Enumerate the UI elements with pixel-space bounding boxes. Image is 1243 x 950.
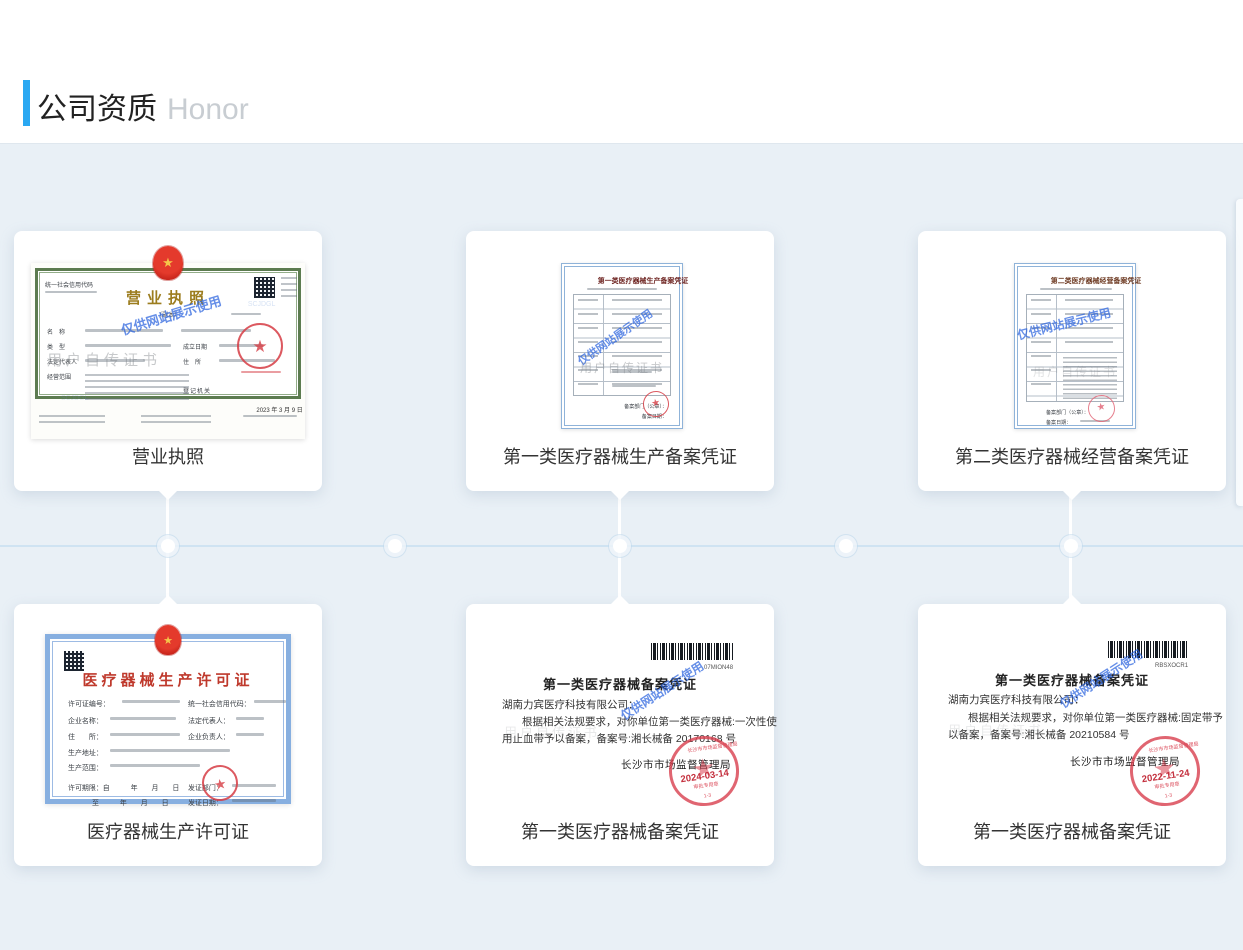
redacted-value — [122, 700, 180, 703]
page: 公司资质Honor ★ 统一社会信用代码 — [0, 0, 1243, 950]
redacted-footnote — [39, 415, 105, 424]
watermark-self-upload: 用户自传证书 — [504, 722, 600, 741]
timeline-node — [1064, 539, 1078, 553]
timeline-node — [388, 539, 402, 553]
redacted-footnote — [243, 415, 297, 417]
watermark-self-upload: 用户自传证书 — [565, 359, 679, 376]
timeline-node — [161, 539, 175, 553]
production-license-image: ★ 医疗器械生产许可证 许可证编号： 统一社会信用代码： 企业名称： 法定代表人… — [45, 634, 291, 804]
official-seal-icon: 长沙市市场监督管理局 ★ 2022-11-24 审批专用章 1-3 — [1125, 731, 1204, 810]
filing-certificate-image: 第一类医疗器械生产备案凭证 备案部门（公章）： 备案日期： ★ 仅供网站展示使用… — [561, 263, 683, 429]
registrar-label: 登记机关 — [183, 385, 239, 403]
photo-watermark-code: SCJDGL — [61, 391, 108, 409]
national-emblem-icon: ★ — [155, 625, 181, 655]
barcode — [651, 643, 733, 660]
page-title-cn: 公司资质 — [37, 93, 157, 126]
certificate-caption: 第二类医疗器械经营备案凭证 — [918, 443, 1226, 469]
redacted-record-no — [1040, 288, 1112, 290]
connector-notch — [1063, 595, 1081, 604]
table-divider — [1056, 295, 1057, 401]
certificate-card-class1-filing-2[interactable]: RBSXOCR1 第一类医疗器械备案凭证 湖南力宾医疗科技有限公司： 根据相关法… — [918, 604, 1226, 866]
timeline-node — [839, 539, 853, 553]
redacted-value — [110, 733, 180, 736]
qr-code — [64, 651, 84, 671]
seal-index: 1-3 — [694, 791, 721, 800]
certificate-card-class2-operation-filing[interactable]: 第二类医疗器械经营备案凭证 备案部门（公章）： 备案日期： ★ 仅供网站展示使用… — [918, 231, 1226, 491]
honor-section: ★ 统一社会信用代码 营业执照 （副本） 名 称 类 型 — [0, 143, 1243, 950]
header-accent-bar — [23, 80, 30, 126]
certificate-caption: 第一类医疗器械生产备案凭证 — [466, 443, 774, 469]
redacted-record-no — [587, 288, 657, 290]
certificate-caption: 医疗器械生产许可证 — [14, 818, 322, 844]
certificate-card-class1-filing-1[interactable]: 07MION48 第一类医疗器械备案凭证 湖南力宾医疗科技有限公司： 根据相关法… — [466, 604, 774, 866]
filing-certificate-image: 第二类医疗器械经营备案凭证 备案部门（公章）： 备案日期： ★ 仅供网站展示使用… — [1014, 263, 1136, 429]
document-title: 第一类医疗器械备案凭证 — [466, 674, 774, 694]
redacted-seal-text — [241, 371, 281, 373]
redacted-value — [85, 344, 171, 347]
redacted-footnote — [141, 415, 211, 424]
certificate-caption: 第一类医疗器械备案凭证 — [466, 818, 774, 844]
watermark-self-upload: 用户自传证书 — [1018, 363, 1132, 380]
certificate-card-class1-production-filing[interactable]: 第一类医疗器械生产备案凭证 备案部门（公章）： 备案日期： ★ 仅供网站展示使用… — [466, 231, 774, 491]
certificate-card-production-license[interactable]: ★ 医疗器械生产许可证 许可证编号： 统一社会信用代码： 企业名称： 法定代表人… — [14, 604, 322, 866]
certificate-caption: 营业执照 — [14, 443, 322, 469]
watermark-self-upload: 用户自传证书 — [948, 720, 1044, 739]
seal-index: 1-3 — [1155, 791, 1182, 800]
certificate-caption: 第一类医疗器械备案凭证 — [918, 818, 1226, 844]
redacted-value — [232, 799, 276, 802]
redacted-value — [110, 749, 230, 752]
national-emblem-icon: ★ — [153, 246, 183, 280]
page-title: 公司资质 Honor — [37, 84, 249, 128]
scroll-thumb[interactable] — [1236, 199, 1243, 506]
official-seal-icon: ★ — [237, 323, 283, 369]
photo-watermark-code: SCJDGL — [228, 297, 275, 315]
field-label-address: 住 所 — [183, 356, 219, 374]
redacted-value — [110, 717, 176, 720]
connector-notch — [611, 595, 629, 604]
redacted-value — [110, 764, 200, 767]
redacted-value — [612, 385, 656, 387]
redacted-value — [254, 700, 286, 703]
timeline-node — [613, 539, 627, 553]
watermark-self-upload: 用户自传证书 — [47, 349, 161, 370]
license-title: 医疗器械生产许可证 — [50, 669, 286, 690]
redacted-value — [236, 733, 264, 736]
connector-notch — [159, 595, 177, 604]
redacted-value — [236, 717, 264, 720]
connector-notch — [611, 491, 629, 500]
certificate-card-business-license[interactable]: ★ 统一社会信用代码 营业执照 （副本） 名 称 类 型 — [14, 231, 322, 491]
page-title-en: Honor — [167, 93, 249, 126]
business-license-image: ★ 统一社会信用代码 营业执照 （副本） 名 称 类 型 — [31, 263, 305, 439]
connector-notch — [159, 491, 177, 500]
connector-notch — [1063, 491, 1081, 500]
redacted-value — [232, 784, 276, 787]
